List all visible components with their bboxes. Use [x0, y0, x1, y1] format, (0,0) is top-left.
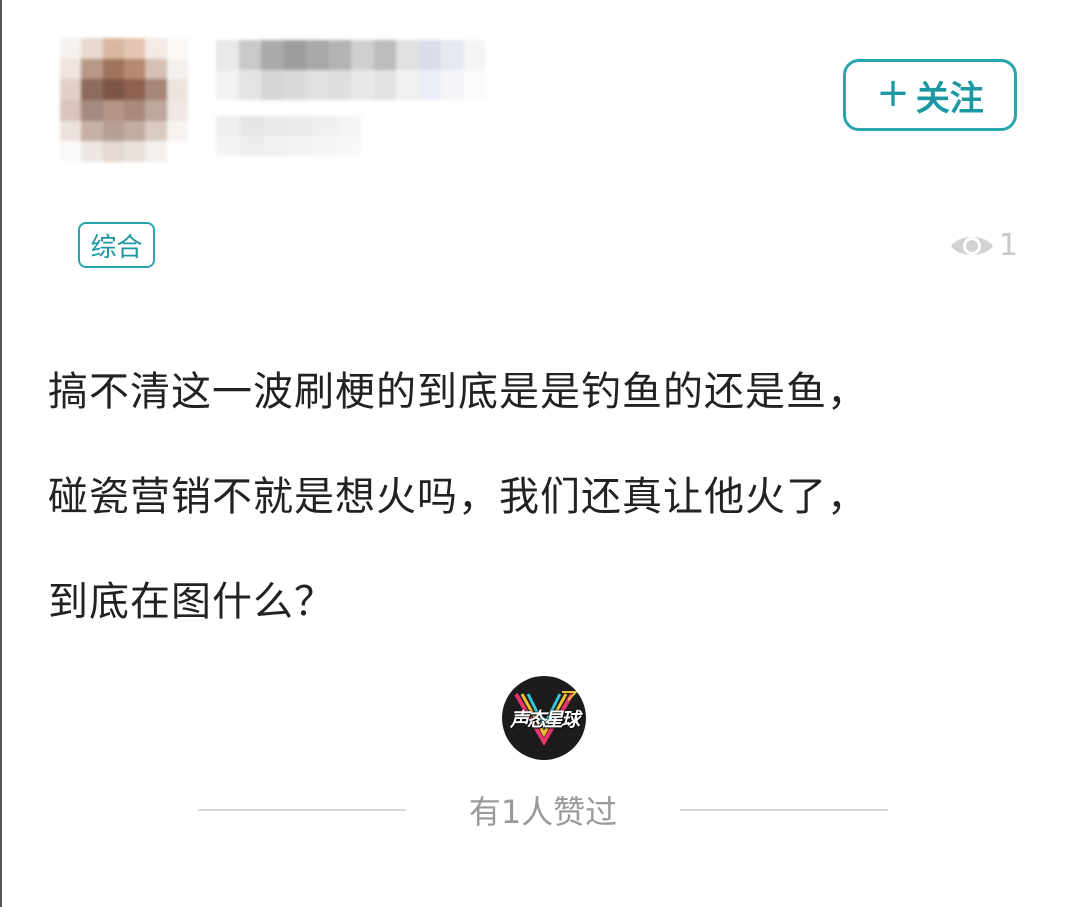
username-pixelated[interactable] — [216, 40, 486, 100]
follow-button[interactable]: + 关注 — [843, 59, 1017, 131]
post-line: 到底在图什么？ — [48, 579, 335, 625]
eye-icon — [949, 231, 995, 261]
post-line: 碰瓷营销不就是想火吗，我们还真让他火了， — [48, 474, 868, 520]
category-tag-label: 综合 — [90, 232, 143, 263]
user-meta-pixelated — [216, 116, 361, 156]
post-line: 搞不清这一波刷梗的到底是是钓鱼的还是鱼， — [48, 369, 868, 415]
view-count: 1 — [949, 228, 1018, 263]
brand-logo-text: 声态星球 — [509, 708, 580, 731]
plus-icon: + — [876, 70, 910, 116]
likes-count-text[interactable]: 有1人赞过 — [469, 787, 617, 833]
post-content: 搞不清这一波刷梗的到底是是钓鱼的还是鱼， 碰瓷营销不就是想火吗，我们还真让他火了… — [48, 340, 1008, 655]
follow-button-label: 关注 — [915, 78, 984, 119]
divider-right — [680, 809, 888, 811]
post-card: + 关注 综合 1 搞不清这一波刷梗的到底是是钓鱼的还是鱼， 碰瓷营销不就是想火… — [0, 0, 1080, 907]
category-tag[interactable]: 综合 — [78, 222, 155, 268]
avatar[interactable] — [60, 38, 188, 162]
brand-logo[interactable]: 声态星球 — [502, 676, 586, 760]
view-count-value: 1 — [998, 228, 1018, 263]
likes-row: 有1人赞过 — [198, 785, 888, 835]
divider-left — [198, 809, 406, 811]
